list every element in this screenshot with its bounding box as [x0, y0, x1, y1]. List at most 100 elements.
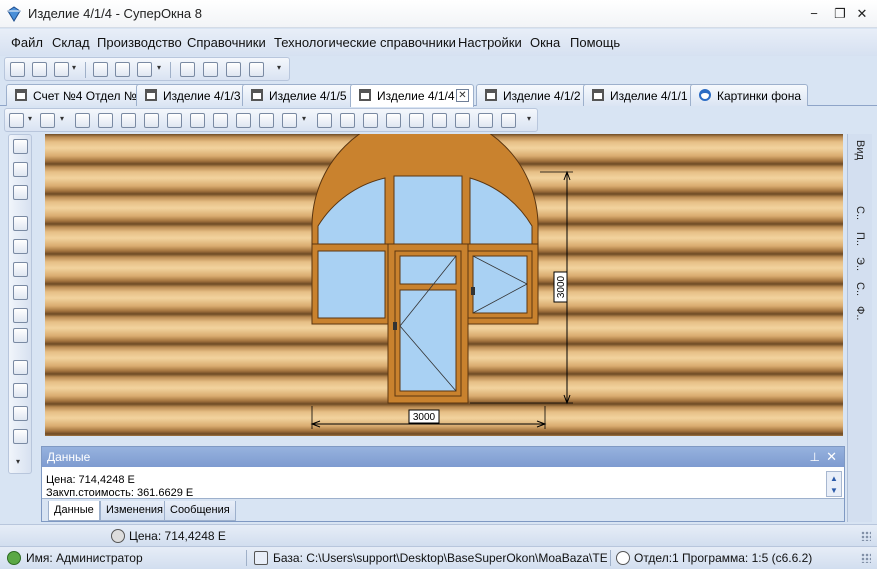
menu-warehouse[interactable]: Склад: [52, 35, 90, 50]
shutter-icon[interactable]: [501, 113, 516, 128]
tab-label: Изделие 4/1/3: [163, 89, 241, 103]
side-tab-4[interactable]: С..: [854, 282, 866, 296]
tab-item-4-1-3[interactable]: Изделие 4/1/3: [136, 84, 248, 106]
report-icon[interactable]: [115, 62, 130, 77]
pin-icon[interactable]: ⊥: [810, 450, 820, 464]
scroll-up-icon[interactable]: ▲: [828, 473, 840, 484]
copy-icon[interactable]: [180, 62, 195, 77]
menu-file[interactable]: Файл: [11, 35, 43, 50]
minimize-button[interactable]: −: [805, 6, 823, 22]
color-icon[interactable]: [13, 360, 28, 375]
add-document-icon[interactable]: [32, 62, 47, 77]
tab-data[interactable]: Данные: [48, 501, 100, 521]
remove-sill-icon[interactable]: [455, 113, 470, 128]
move-icon[interactable]: [13, 262, 28, 277]
info-icon[interactable]: [13, 216, 28, 231]
drawing-canvas[interactable]: 3000 3000: [45, 134, 843, 436]
glass-icon[interactable]: [317, 113, 332, 128]
side-tab-3[interactable]: Э..: [854, 257, 866, 271]
ruler-dropdown-icon[interactable]: ▾: [302, 114, 306, 123]
glass-pane[interactable]: [399, 255, 457, 285]
template-icon[interactable]: [13, 429, 28, 444]
delete-doc-icon[interactable]: [249, 62, 264, 77]
redo-icon[interactable]: [13, 308, 28, 323]
frame-icon[interactable]: [40, 113, 55, 128]
data-scrollbar[interactable]: ▲ ▼: [826, 471, 842, 497]
undo-icon[interactable]: [13, 285, 28, 300]
handle-icon[interactable]: [471, 287, 475, 295]
side-tab-1[interactable]: С..: [854, 206, 866, 220]
glass-pane[interactable]: [317, 250, 386, 319]
side-tab-view[interactable]: Вид: [854, 140, 866, 160]
tab-item-4-1-4[interactable]: Изделие 4/1/4 ✕: [350, 84, 474, 107]
settings-doc-icon[interactable]: [226, 62, 241, 77]
right-side-panel: Вид С.. П.. Э.. С.. Ф..: [847, 134, 872, 522]
menu-references[interactable]: Справочники: [187, 35, 266, 50]
ruler-icon[interactable]: [282, 113, 297, 128]
sill-icon[interactable]: [432, 113, 447, 128]
sash-icon[interactable]: [144, 113, 159, 128]
save-icon[interactable]: [13, 139, 28, 154]
door-handle-icon[interactable]: [393, 322, 397, 330]
export-icon[interactable]: [203, 62, 218, 77]
hardware-icon[interactable]: [167, 113, 182, 128]
tab-background-pictures[interactable]: Картинки фона: [690, 84, 809, 106]
new-document-icon[interactable]: [10, 62, 25, 77]
delete-element-icon[interactable]: [75, 113, 90, 128]
add-element-icon[interactable]: [9, 113, 24, 128]
impost-icon[interactable]: [213, 113, 228, 128]
print-icon[interactable]: [54, 62, 69, 77]
close-tab-icon[interactable]: ✕: [456, 89, 469, 102]
add-element-dropdown-icon[interactable]: ▾: [28, 114, 32, 123]
menu-tech-references[interactable]: Технологические справочники: [274, 35, 456, 50]
arch-sash-icon[interactable]: [363, 113, 378, 128]
width-dimension-label: 3000: [413, 412, 436, 423]
documents-icon[interactable]: [137, 62, 152, 77]
zoom-icon[interactable]: [13, 328, 28, 343]
scroll-down-icon[interactable]: ▼: [828, 485, 840, 496]
window-icon: [251, 89, 263, 101]
side-tab-2[interactable]: П..: [854, 232, 866, 246]
traffic-light-icon[interactable]: [93, 62, 108, 77]
editor-toolbar-overflow-icon[interactable]: ▾: [527, 114, 531, 123]
print-dropdown-icon[interactable]: ▾: [72, 63, 76, 72]
window-icon: [145, 89, 157, 101]
tab-messages[interactable]: Сообщения: [164, 501, 236, 521]
document-properties-icon[interactable]: [13, 406, 28, 421]
tab-invoice[interactable]: Счет №4 Отдел №1: [6, 84, 151, 106]
menu-production[interactable]: Производство: [97, 35, 182, 50]
menu-settings[interactable]: Настройки: [458, 35, 522, 50]
split-icon[interactable]: [236, 113, 251, 128]
glass-pane[interactable]: [399, 289, 457, 392]
contour-icon[interactable]: [13, 239, 28, 254]
toolbar-overflow-icon[interactable]: ▾: [277, 63, 281, 72]
remove-profile-icon[interactable]: [121, 113, 136, 128]
resize-grip-icon[interactable]: [861, 531, 871, 541]
mullion-icon[interactable]: [259, 113, 274, 128]
close-button[interactable]: ✕: [853, 6, 871, 22]
glass-pane[interactable]: [472, 255, 528, 314]
frame-dropdown-icon[interactable]: ▾: [60, 114, 64, 123]
tab-item-4-1-2[interactable]: Изделие 4/1/2: [476, 84, 588, 106]
add-image-icon[interactable]: [13, 383, 28, 398]
handle-icon[interactable]: [190, 113, 205, 128]
menu-help[interactable]: Помощь: [570, 35, 620, 50]
refresh-icon[interactable]: [13, 162, 28, 177]
more-icon[interactable]: ▾: [16, 457, 20, 466]
tab-item-4-1-1[interactable]: Изделие 4/1/1: [583, 84, 695, 106]
profile-icon[interactable]: [98, 113, 113, 128]
glass-pane[interactable]: [393, 175, 463, 245]
edit-icon[interactable]: [13, 185, 28, 200]
shaped-icon[interactable]: [386, 113, 401, 128]
tab-changes[interactable]: Изменения: [100, 501, 169, 521]
tab-item-4-1-5[interactable]: Изделие 4/1/5: [242, 84, 354, 106]
resize-grip-icon[interactable]: [861, 553, 871, 563]
layout-icon[interactable]: [409, 113, 424, 128]
documents-dropdown-icon[interactable]: ▾: [157, 63, 161, 72]
menu-windows[interactable]: Окна: [530, 35, 560, 50]
restore-button[interactable]: ❐: [831, 6, 849, 22]
grid-icon[interactable]: [478, 113, 493, 128]
close-panel-icon[interactable]: ✕: [826, 449, 837, 465]
side-tab-5[interactable]: Ф..: [854, 306, 866, 320]
arch-icon[interactable]: [340, 113, 355, 128]
